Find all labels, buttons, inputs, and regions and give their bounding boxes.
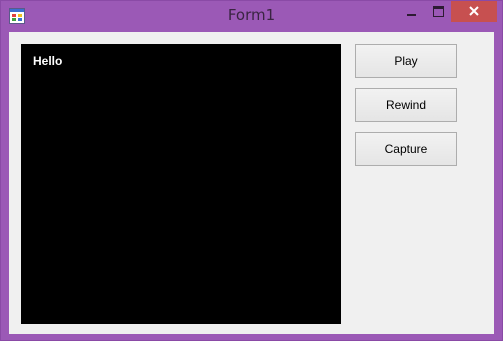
- capture-button[interactable]: Capture: [355, 132, 457, 166]
- video-panel[interactable]: Hello: [21, 44, 341, 324]
- close-button[interactable]: [451, 1, 497, 22]
- maximize-button[interactable]: [425, 1, 451, 22]
- form-client-area: Hello Play Rewind Capture: [9, 32, 494, 334]
- rewind-button[interactable]: Rewind: [355, 88, 457, 122]
- overlay-label: Hello: [33, 54, 63, 68]
- play-button[interactable]: Play: [355, 44, 457, 78]
- minimize-icon: [406, 13, 416, 16]
- close-icon: [469, 3, 479, 21]
- title-bar[interactable]: Form1: [1, 1, 502, 31]
- maximize-icon: [432, 6, 444, 17]
- minimize-button[interactable]: [396, 1, 426, 22]
- app-window: Form1 Hello Play Rewind Capture: [0, 0, 503, 341]
